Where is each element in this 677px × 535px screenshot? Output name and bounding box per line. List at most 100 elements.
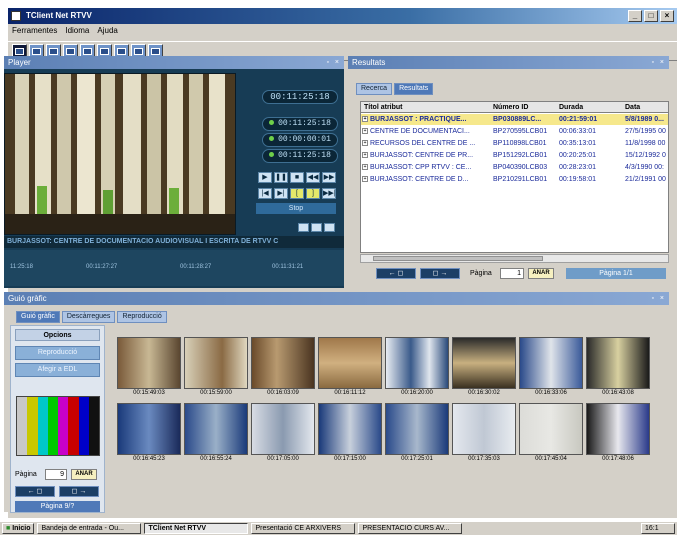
table-row[interactable]: + CENTRE DE DOCUMENTACI... BP270595LCB01 … bbox=[361, 126, 668, 137]
results-go-button[interactable]: ANAR bbox=[528, 268, 554, 279]
results-header: Resultats ▫ × bbox=[348, 56, 669, 69]
storyboard-thumb[interactable]: 00:16:55:24 bbox=[184, 403, 248, 467]
table-row[interactable]: + RECURSOS DEL CENTRE DE ... BP110898LCB0… bbox=[361, 138, 668, 149]
tab-guio-grafic[interactable]: Guió gràfic bbox=[16, 311, 60, 323]
close-button[interactable]: × bbox=[660, 10, 674, 22]
timeline-strip[interactable]: 11:25:18 00:11:27:27 00:11:28:27 00:11:3… bbox=[4, 250, 344, 286]
storyboard-thumb[interactable]: 00:16:33:06 bbox=[519, 337, 583, 401]
guide-page-input[interactable]: 9 bbox=[45, 469, 67, 480]
view-option-1-icon[interactable] bbox=[298, 223, 309, 232]
results-title: Resultats bbox=[352, 58, 386, 67]
guide-title: Guió gràfic bbox=[8, 294, 47, 303]
guide-go-button[interactable]: ANAR bbox=[71, 469, 97, 480]
storyboard-thumb[interactable]: 00:16:11:12 bbox=[318, 337, 382, 401]
video-frame bbox=[4, 73, 236, 235]
results-page-info: Pàgina 1/1 bbox=[566, 268, 666, 279]
tab-descarregues[interactable]: Descàrregues bbox=[61, 311, 116, 323]
timecode-main: 00:11:25:18 bbox=[262, 90, 338, 104]
timeline-time-2: 00:11:27:27 bbox=[86, 264, 118, 270]
taskbar-item-curs[interactable]: PRESENTACIÓ CURS AV... bbox=[358, 523, 463, 534]
timeline-time-3: 00:11:28:27 bbox=[180, 264, 212, 270]
guide-page-label: Pàgina bbox=[15, 471, 37, 478]
table-row[interactable]: + BURJASSOT : PRACTIQUE... BP030889LC... … bbox=[361, 114, 668, 125]
results-prev-page-button[interactable]: ← ◻ bbox=[376, 268, 416, 279]
storyboard-thumb[interactable]: 00:15:59:00 bbox=[184, 337, 248, 401]
guide-header: Guió gràfic ▫ × bbox=[4, 292, 669, 305]
stop-icon-button[interactable]: ■ bbox=[290, 172, 304, 183]
panel-controls-icon[interactable]: ▫ × bbox=[326, 56, 341, 69]
timecode-out[interactable]: 00:11:25:18 bbox=[262, 149, 338, 163]
storyboard-thumb[interactable]: 00:17:35:03 bbox=[452, 403, 516, 467]
col-date[interactable]: Data bbox=[625, 102, 668, 113]
clip-caption: BURJASSOT: CENTRE DE DOCUMENTACIO AUDIOV… bbox=[4, 236, 344, 248]
fast-forward-button[interactable]: ▶▶ bbox=[322, 172, 336, 183]
results-tabs: Recerca Resultats bbox=[356, 83, 434, 95]
guide-next-page-button[interactable]: ◻ → bbox=[59, 486, 99, 497]
view-option-2-icon[interactable] bbox=[311, 223, 322, 232]
tab-resultats[interactable]: Resultats bbox=[394, 83, 434, 95]
minimize-button[interactable]: _ bbox=[628, 10, 642, 22]
storyboard-thumb[interactable]: 00:16:03:09 bbox=[251, 337, 315, 401]
timecode-in[interactable]: 00:11:25:18 bbox=[262, 117, 338, 131]
expand-icon: + bbox=[362, 128, 368, 135]
storyboard-thumb[interactable]: 00:17:48:06 bbox=[586, 403, 650, 467]
menu-ajuda[interactable]: Ajuda bbox=[97, 24, 117, 38]
stop-button[interactable]: Stop bbox=[256, 203, 336, 214]
storyboard-thumb[interactable]: 00:17:05:00 bbox=[251, 403, 315, 467]
expand-icon: + bbox=[362, 140, 368, 147]
storyboard-thumb[interactable]: 00:16:30:02 bbox=[452, 337, 516, 401]
play-button[interactable]: ▶ bbox=[258, 172, 272, 183]
results-next-page-button[interactable]: ◻ → bbox=[420, 268, 460, 279]
guide-prev-page-button[interactable]: ← ◻ bbox=[15, 486, 55, 497]
window-title: TClient Net RTVV bbox=[26, 11, 92, 20]
options-title: Opcions bbox=[15, 329, 100, 341]
tab-recerca[interactable]: Recerca bbox=[356, 83, 393, 95]
color-bars-preview bbox=[16, 396, 100, 456]
table-row[interactable]: + BURJASSOT: CENTRE DE PR... BP151292LCB0… bbox=[361, 150, 668, 161]
table-header: Títol atribut Número ID Durada Data bbox=[361, 102, 668, 113]
storyboard-grid: 00:15:49:03 00:15:59:00 00:16:03:09 00:1… bbox=[112, 332, 665, 462]
storyboard-thumb[interactable]: 00:17:25:01 bbox=[385, 403, 449, 467]
player-header: Player ▫ × bbox=[4, 56, 344, 69]
table-row[interactable]: + BURJASSOT: CPP RTVV : CE... BP040390LCB… bbox=[361, 162, 668, 173]
col-id[interactable]: Número ID bbox=[493, 102, 557, 113]
start-button[interactable]: ■ Inicio bbox=[2, 523, 35, 534]
taskbar-item-tclient[interactable]: TClient Net RTVV bbox=[144, 523, 249, 534]
mark-out-button[interactable]: ] bbox=[306, 188, 320, 199]
storyboard-thumb[interactable]: 00:17:15:00 bbox=[318, 403, 382, 467]
pause-button[interactable]: ❚❚ bbox=[274, 172, 288, 183]
col-title[interactable]: Títol atribut bbox=[364, 102, 492, 113]
archive-shelves-image bbox=[5, 74, 235, 234]
guide-panel-controls-icon[interactable]: ▫ × bbox=[651, 292, 666, 305]
mark-in-button[interactable]: [ bbox=[290, 188, 304, 199]
col-duration[interactable]: Durada bbox=[559, 102, 623, 113]
go-end-button[interactable]: ▶▶| bbox=[322, 188, 336, 199]
storyboard-thumb[interactable]: 00:16:45:23 bbox=[117, 403, 181, 467]
maximize-button[interactable]: □ bbox=[644, 10, 658, 22]
guide-page-info: Pàgina 9/? bbox=[15, 501, 100, 512]
timeline-time-4: 00:11:31:21 bbox=[272, 264, 304, 270]
player-title: Player bbox=[8, 58, 31, 67]
storyboard-thumb[interactable]: 00:16:20:00 bbox=[385, 337, 449, 401]
storyboard-thumb[interactable]: 00:17:45:04 bbox=[519, 403, 583, 467]
scroll-thumb[interactable] bbox=[373, 256, 543, 261]
go-start-button[interactable]: |◀ bbox=[258, 188, 272, 199]
expand-icon: + bbox=[362, 116, 368, 123]
storyboard-thumb[interactable]: 00:16:43:08 bbox=[586, 337, 650, 401]
taskbar-item-presentacio[interactable]: Presentació CE ARXIVERS bbox=[251, 523, 356, 534]
reproduccio-button[interactable]: Reproducció bbox=[15, 346, 100, 360]
taskbar-item-outlook[interactable]: Bandeja de entrada - Ou... bbox=[37, 523, 142, 534]
step-button[interactable]: ▶| bbox=[274, 188, 288, 199]
menu-idioma[interactable]: Idioma bbox=[65, 24, 89, 38]
timecode-duration[interactable]: 00:00:00:01 bbox=[262, 133, 338, 147]
results-page-input[interactable]: 1 bbox=[500, 268, 524, 279]
table-row[interactable]: + BURJASSOT: CENTRE DE D... BP210291LCB01… bbox=[361, 174, 668, 185]
view-option-3-icon[interactable] bbox=[324, 223, 335, 232]
results-horizontal-scrollbar[interactable] bbox=[360, 254, 669, 263]
rewind-button[interactable]: ◀◀ bbox=[306, 172, 320, 183]
results-panel-controls-icon[interactable]: ▫ × bbox=[651, 56, 666, 69]
tab-reproduccio[interactable]: Reproducció bbox=[117, 311, 167, 323]
add-to-edl-button[interactable]: Afegir a EDL bbox=[15, 363, 100, 377]
storyboard-thumb[interactable]: 00:15:49:03 bbox=[117, 337, 181, 401]
menu-ferramentes[interactable]: Ferramentes bbox=[12, 24, 57, 38]
